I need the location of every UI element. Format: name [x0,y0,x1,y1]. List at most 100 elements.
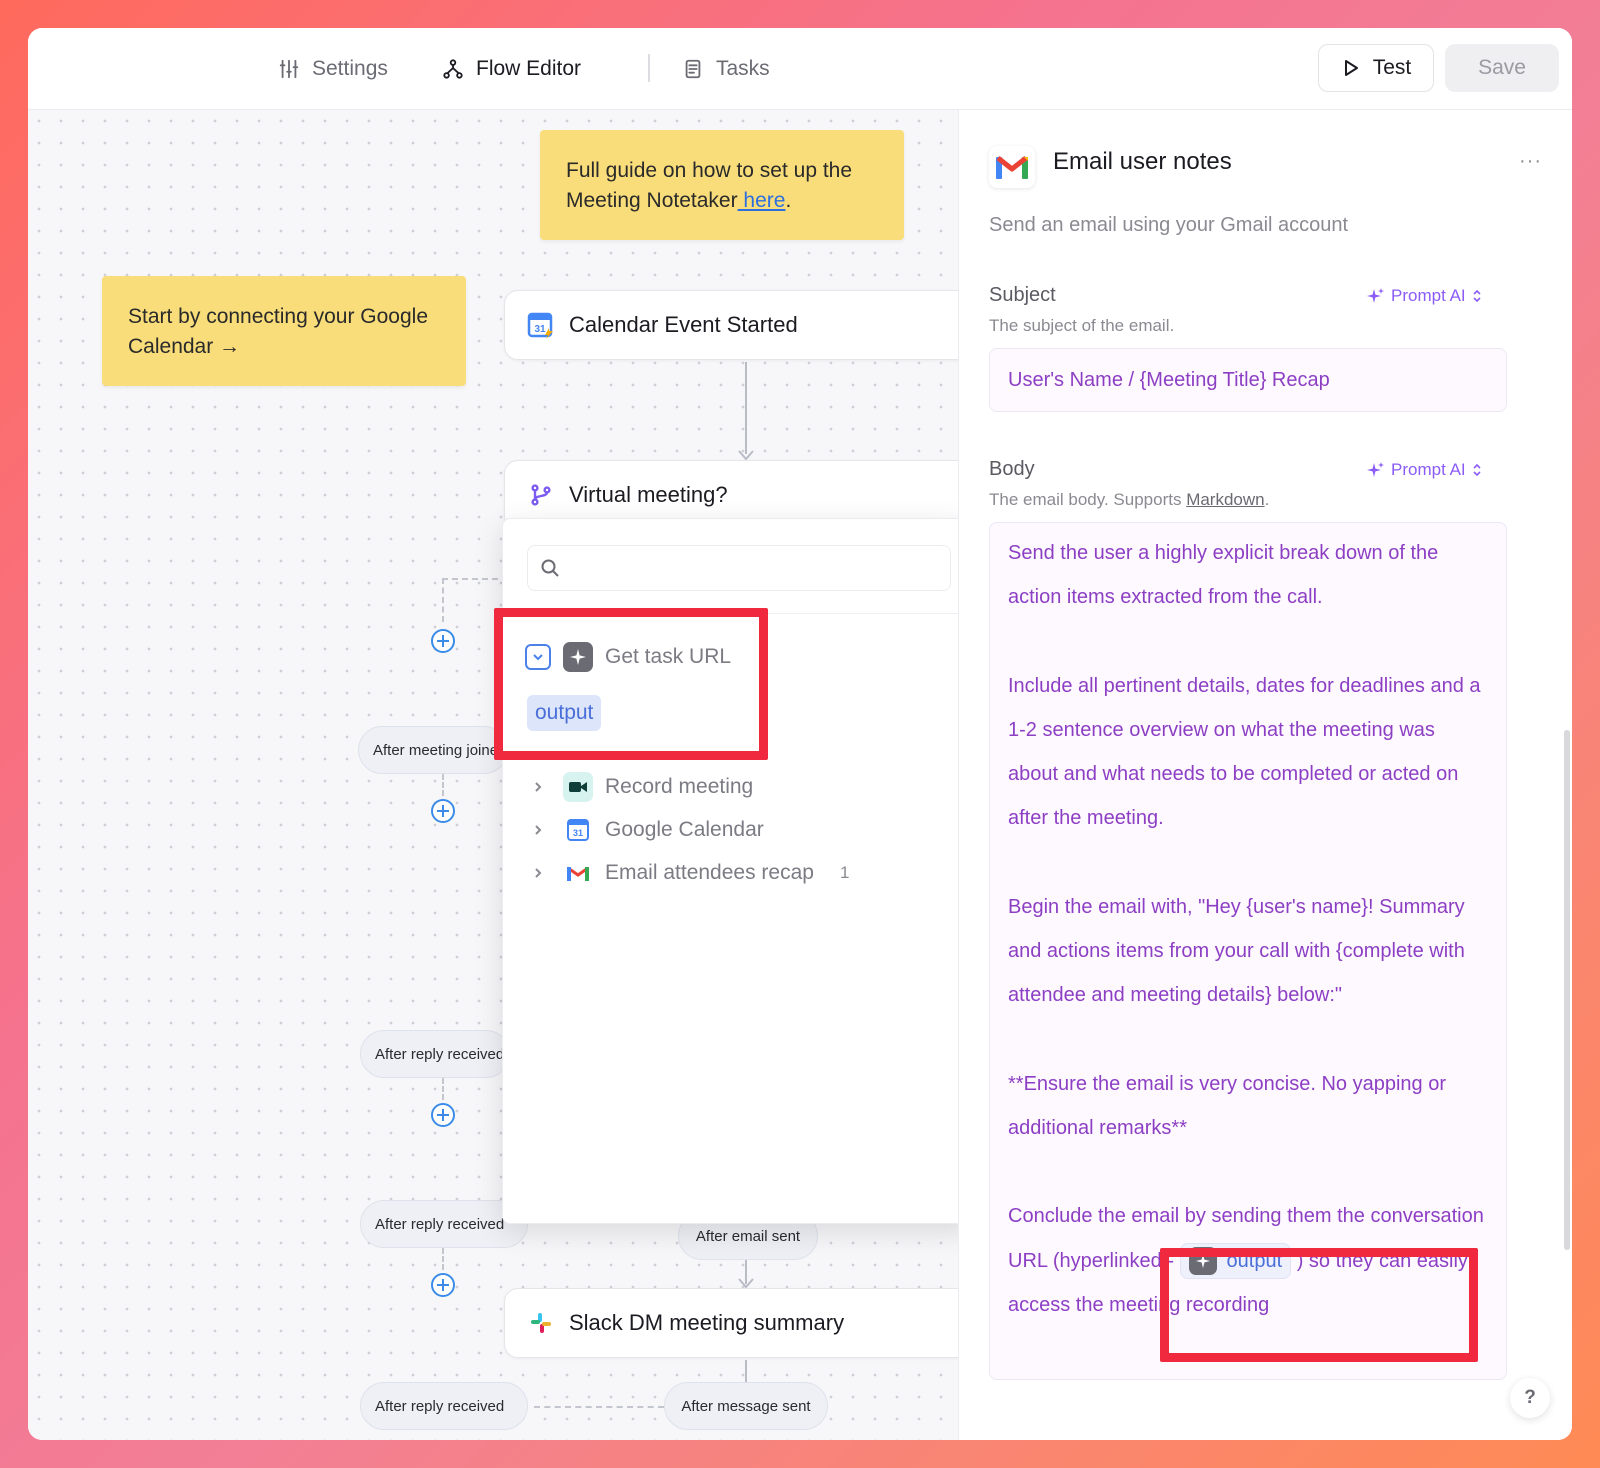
dashed-connector [442,1078,444,1100]
step-config-panel: Email user notes ··· Send an email using… [958,110,1572,1440]
branch-pill-label: After reply received [375,1045,505,1063]
test-button-label: Test [1372,56,1412,79]
panel-title: Email user notes [1053,148,1232,175]
chevron-right-icon[interactable] [525,774,551,800]
panel-description: Send an email using your Gmail account [989,214,1349,236]
guide-note-link[interactable]: here [738,189,785,212]
dashed-connector [442,578,444,622]
flow-canvas[interactable]: Full guide on how to set up the Meeting … [28,110,958,1440]
play-icon [1344,60,1358,76]
branch-pill-after-reply: After reply received [360,1030,510,1078]
divider [503,613,958,614]
save-button-label: Save [1478,56,1526,79]
add-step-icon[interactable] [430,1102,456,1128]
start-note: Start by connecting your Google Calendar… [102,276,466,386]
sparkle-icon [1188,1247,1217,1276]
body-label: Body [989,458,1035,480]
calendar-icon: 31 [563,815,593,845]
picker-item-label: Get task URL [605,645,732,668]
branch-pill-label: After email sent [695,1227,801,1245]
branch-pill-label: After reply received [375,1215,505,1233]
prompt-ai-label: Prompt AI [1391,460,1466,479]
sparkle-icon [563,642,593,672]
video-icon [563,772,593,802]
variable-picker-dropdown: Get task URL output Record meeting 31 Go… [502,518,958,1224]
dashed-connector [442,774,444,796]
sparkle-icon [1367,462,1384,477]
body-paragraph-conclusion: Conclude the email by sending them the c… [1008,1194,1488,1327]
google-calendar-icon: 31 [527,311,555,339]
dashed-connector [442,1248,444,1270]
node-virtual-label: Virtual meeting? [569,482,728,507]
body-paragraph: Begin the email with, "Hey {user's name}… [1008,895,1465,1007]
tab-flow-editor-label: Flow Editor [476,57,582,80]
body-paragraph: Send the user a highly explicit break do… [1008,542,1439,609]
search-icon [541,559,559,577]
branch-pill-label: After reply received [375,1397,505,1415]
item-count-badge: 1 [839,863,850,882]
node-calendar-event[interactable]: 31 Calendar Event Started [504,290,958,360]
connector-line [745,362,747,454]
subject-input[interactable]: User's Name / {Meeting Title} Recap [989,348,1507,412]
subject-prompt-ai-toggle[interactable]: Prompt AI [1367,286,1482,306]
subject-hint: The subject of the email. [989,316,1175,335]
svg-text:31: 31 [573,828,583,838]
body-prompt-ai-toggle[interactable]: Prompt AI [1367,460,1482,480]
branch-pill-after-meeting: After meeting joined [358,726,508,774]
markdown-link[interactable]: Markdown [1186,490,1264,509]
add-step-icon[interactable] [430,798,456,824]
picker-item-get-task-url[interactable]: Get task URL [525,639,731,675]
picker-item-label: Record meeting [605,775,754,798]
save-button[interactable]: Save [1445,44,1559,92]
subject-label: Subject [989,284,1056,306]
guide-note-text: Full guide on how to set up the Meeting … [566,159,853,212]
search-input[interactable] [570,557,950,579]
gmail-icon [989,146,1035,188]
output-variable-chip[interactable]: output [527,695,602,731]
tab-divider [648,54,650,82]
picker-item-email-attendees[interactable]: Email attendees recap 1 [525,855,849,891]
picker-item-google-calendar[interactable]: 31 Google Calendar [525,812,764,848]
flow-icon [443,59,463,79]
connector-line [745,1360,747,1384]
variable-search[interactable] [527,545,951,591]
chevron-right-icon[interactable] [525,860,551,886]
chevron-down-icon[interactable] [525,644,551,670]
node-slack-label: Slack DM meeting summary [569,1310,845,1335]
body-hint: The email body. Supports Markdown. [989,490,1269,510]
more-options-button[interactable]: ··· [1519,150,1542,173]
tab-settings[interactable]: Settings [278,52,388,86]
body-paragraph: Include all pertinent details, dates for… [1008,674,1481,830]
add-step-icon[interactable] [430,628,456,654]
picker-item-label: Email attendees recap [605,861,814,884]
help-button[interactable]: ? [1510,1378,1550,1418]
tab-flow-editor[interactable]: Flow Editor [442,52,581,86]
output-variable-chip[interactable]: output [1179,1243,1292,1280]
document-icon [685,59,701,79]
test-button[interactable]: Test [1318,44,1434,92]
tab-tasks[interactable]: Tasks [682,52,770,86]
add-step-icon[interactable] [430,1272,456,1298]
picker-item-record-meeting[interactable]: Record meeting [525,769,753,805]
body-textarea[interactable]: Send the user a highly explicit break do… [989,522,1507,1380]
slack-icon [527,1309,555,1337]
branch-pill-label: After meeting joined [373,741,507,759]
start-note-text: Start by connecting your Google Calendar… [128,305,429,358]
top-bar: Settings Flow Editor Tasks Test Save [28,28,1572,110]
output-chip-label: output [1226,1250,1283,1273]
node-slack-dm[interactable]: Slack DM meeting summary [504,1288,958,1358]
chevron-right-icon[interactable] [525,817,551,843]
chevron-updown-icon [1473,463,1481,477]
panel-scrollbar[interactable] [1564,730,1570,1250]
output-chip-label: output [535,701,594,724]
body-hint-text: The email body. Supports [989,490,1187,509]
chevron-updown-icon [1473,289,1481,303]
guide-note: Full guide on how to set up the Meeting … [540,130,904,240]
tab-settings-label: Settings [312,57,388,80]
guide-note-tail: . [785,189,792,212]
svg-text:31: 31 [534,324,546,335]
branch-pill-after-reply: After reply received [360,1382,528,1430]
dashed-connector [534,1406,664,1408]
branch-icon [527,481,555,509]
prompt-ai-label: Prompt AI [1391,286,1466,305]
